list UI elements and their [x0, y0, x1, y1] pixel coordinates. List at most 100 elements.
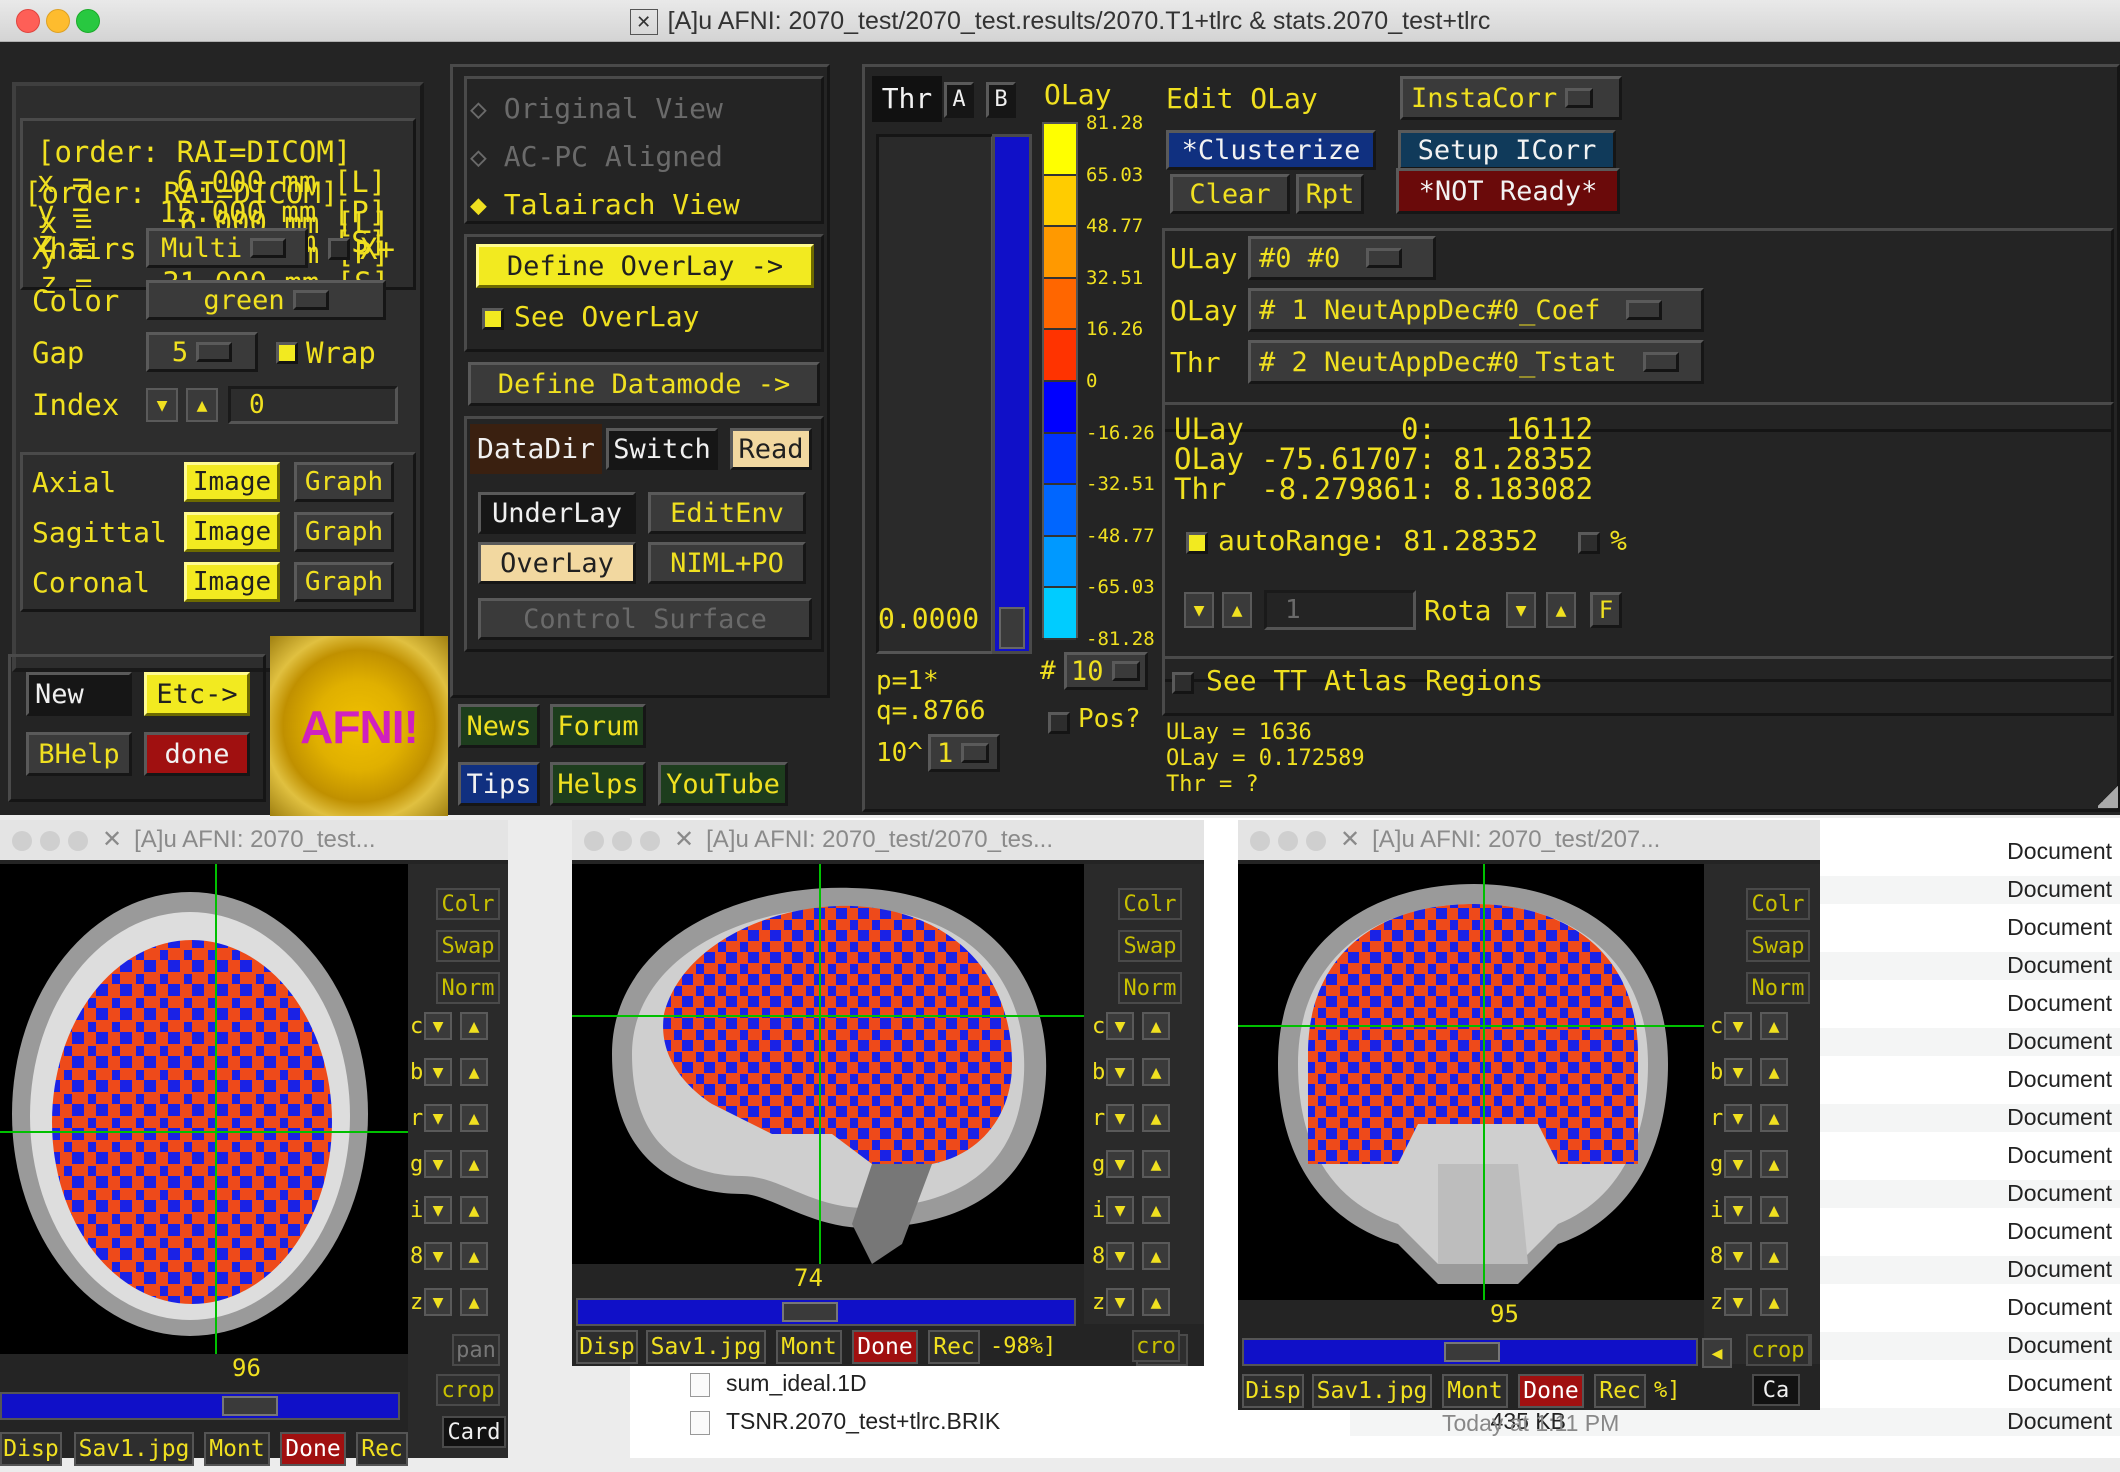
axial-slice-slider[interactable] — [0, 1392, 400, 1420]
sagittal-norm-button[interactable]: Norm — [1118, 972, 1182, 1004]
sagittal-save-button[interactable]: Sav1.jpg — [646, 1330, 766, 1364]
arrow-up-icon[interactable]: ▲ — [1760, 1196, 1788, 1224]
see-overlay-checkbox[interactable] — [482, 308, 504, 330]
axial-done-button[interactable]: Done — [280, 1432, 346, 1466]
color-menu[interactable]: green — [146, 280, 386, 320]
f-button[interactable]: F — [1590, 592, 1622, 628]
arrow-up-icon[interactable]: ▲ — [1760, 1104, 1788, 1132]
index-down-arrow[interactable]: ▼ — [146, 388, 178, 422]
arrow-up-icon[interactable]: ▲ — [460, 1104, 488, 1132]
arrow-up-icon[interactable]: ▲ — [1760, 1058, 1788, 1086]
arrow-up-icon[interactable]: ▲ — [1142, 1196, 1170, 1224]
view-original-radio[interactable]: ◇ Original View — [470, 92, 723, 125]
ulay-subbrick-menu[interactable]: #0 #0 — [1248, 236, 1436, 280]
clear-button[interactable]: Clear — [1170, 174, 1290, 214]
arrow-up-icon[interactable]: ▲ — [1142, 1012, 1170, 1040]
arrow-down-icon[interactable]: ▼ — [1106, 1242, 1134, 1270]
axial-card-button[interactable]: Card — [442, 1416, 506, 1448]
arrow-down-icon[interactable]: ▼ — [1724, 1196, 1752, 1224]
rpt-button[interactable]: Rpt — [1296, 174, 1364, 214]
range-down-arrow[interactable]: ▼ — [1184, 592, 1214, 628]
coronal-mont-button[interactable]: Mont — [1442, 1374, 1508, 1408]
arrow-up-icon[interactable]: ▲ — [1760, 1150, 1788, 1178]
read-button[interactable]: Read — [730, 428, 812, 470]
sagittal-mont-button[interactable]: Mont — [776, 1330, 842, 1364]
arrow-down-icon[interactable]: ▼ — [1106, 1058, 1134, 1086]
threshold-slider-thumb[interactable] — [999, 607, 1025, 649]
arrow-up-icon[interactable]: ▲ — [1142, 1150, 1170, 1178]
pos-checkbox[interactable] — [1048, 712, 1070, 734]
arrow-down-icon[interactable]: ▼ — [1106, 1012, 1134, 1040]
axial-image[interactable] — [0, 864, 408, 1354]
coronal-colr-button[interactable]: Colr — [1746, 888, 1810, 920]
threshold-slider-track[interactable] — [992, 134, 1032, 654]
arrow-down-icon[interactable]: ▼ — [1724, 1058, 1752, 1086]
news-button[interactable]: News — [458, 704, 540, 748]
finder-file-sum-ideal[interactable]: sum_ideal.1D — [690, 1370, 1170, 1402]
arrow-up-icon[interactable]: ▲ — [460, 1196, 488, 1224]
axial-pan-button[interactable]: pan — [452, 1334, 500, 1366]
view-acpc-radio[interactable]: ◇ AC-PC Aligned — [470, 140, 723, 173]
axial-rec-button[interactable]: Rec — [356, 1432, 408, 1466]
sagittal-rec-button[interactable]: Rec — [928, 1330, 980, 1364]
sagittal-slice-slider[interactable] — [576, 1298, 1076, 1326]
view-1-image-button[interactable]: Image — [184, 512, 280, 552]
wrap-checkbox[interactable] — [276, 342, 298, 364]
gap-menu[interactable]: 5 — [146, 332, 258, 372]
coord-order-label[interactable]: [order: RAI=DICOM] — [37, 137, 351, 167]
arrow-up-icon[interactable]: ▲ — [460, 1288, 488, 1316]
arrow-down-icon[interactable]: ▼ — [1724, 1288, 1752, 1316]
xplus-checkbox[interactable] — [328, 238, 350, 260]
arrow-up-icon[interactable]: ▲ — [1760, 1288, 1788, 1316]
arrow-down-icon[interactable]: ▼ — [424, 1012, 452, 1040]
coronal-rec-button[interactable]: Rec — [1594, 1374, 1646, 1408]
view-talairach-radio[interactable]: ◆ Talairach View — [470, 188, 740, 221]
control-surface-button[interactable]: Control Surface — [478, 598, 812, 640]
arrow-down-icon[interactable]: ▼ — [424, 1242, 452, 1270]
sagittal-slider-thumb[interactable] — [782, 1302, 838, 1322]
arrow-down-icon[interactable]: ▼ — [1724, 1150, 1752, 1178]
arrow-down-icon[interactable]: ▼ — [1724, 1012, 1752, 1040]
arrow-up-icon[interactable]: ▲ — [1142, 1242, 1170, 1270]
view-0-image-button[interactable]: Image — [184, 462, 280, 502]
thr-a-button[interactable]: A — [944, 82, 974, 118]
afni-logo[interactable]: AFNI! — [270, 636, 448, 816]
arrow-down-icon[interactable]: ▼ — [1106, 1104, 1134, 1132]
arrow-up-icon[interactable]: ▲ — [1760, 1242, 1788, 1270]
new-button[interactable]: New — [26, 672, 132, 716]
tips-button[interactable]: Tips — [458, 762, 540, 806]
axial-crop-button[interactable]: crop — [436, 1374, 500, 1406]
arrow-down-icon[interactable]: ▼ — [424, 1288, 452, 1316]
coronal-image[interactable] — [1238, 864, 1704, 1300]
percent-checkbox[interactable] — [1578, 532, 1600, 554]
etc-button[interactable]: Etc-> — [144, 672, 250, 716]
index-input[interactable]: 0 — [228, 386, 398, 424]
rota-input[interactable]: 1 — [1264, 590, 1416, 630]
axial-mont-button[interactable]: Mont — [204, 1432, 270, 1466]
xhairs-menu[interactable]: Multi — [146, 228, 308, 268]
olay-subbrick-menu[interactable]: # 1 NeutAppDec#0_Coef — [1248, 288, 1704, 332]
view-2-graph-button[interactable]: Graph — [294, 562, 394, 602]
arrow-up-icon[interactable]: ▲ — [460, 1012, 488, 1040]
finder-file-tsnr[interactable]: TSNR.2070_test+tlrc.BRIK — [690, 1408, 1290, 1440]
arrow-down-icon[interactable]: ▼ — [424, 1196, 452, 1224]
clusterize-button[interactable]: *Clusterize — [1166, 130, 1376, 170]
axial-norm-button[interactable]: Norm — [436, 972, 500, 1004]
coronal-crop-button[interactable]: crop — [1746, 1334, 1810, 1366]
coronal-card-button[interactable]: Ca — [1752, 1374, 1800, 1406]
arrow-down-icon[interactable]: ▼ — [1106, 1150, 1134, 1178]
arrow-up-icon[interactable]: ▲ — [1142, 1058, 1170, 1086]
bhelp-button[interactable]: BHelp — [26, 732, 132, 776]
sagittal-colr-button[interactable]: Colr — [1118, 888, 1182, 920]
sagittal-image[interactable] — [572, 864, 1084, 1264]
sagittal-done-button[interactable]: Done — [852, 1330, 918, 1364]
arrow-up-icon[interactable]: ▲ — [1142, 1288, 1170, 1316]
index-up-arrow[interactable]: ▲ — [186, 388, 218, 422]
arrow-down-icon[interactable]: ▼ — [424, 1104, 452, 1132]
editenv-button[interactable]: EditEnv — [648, 492, 806, 534]
sagittal-disp-button[interactable]: Disp — [576, 1330, 638, 1364]
setup-icorr-button[interactable]: Setup ICorr — [1398, 130, 1616, 170]
axial-swap-button[interactable]: Swap — [436, 930, 500, 962]
axial-save-button[interactable]: Sav1.jpg — [74, 1432, 194, 1466]
coronal-done-button[interactable]: Done — [1518, 1374, 1584, 1408]
